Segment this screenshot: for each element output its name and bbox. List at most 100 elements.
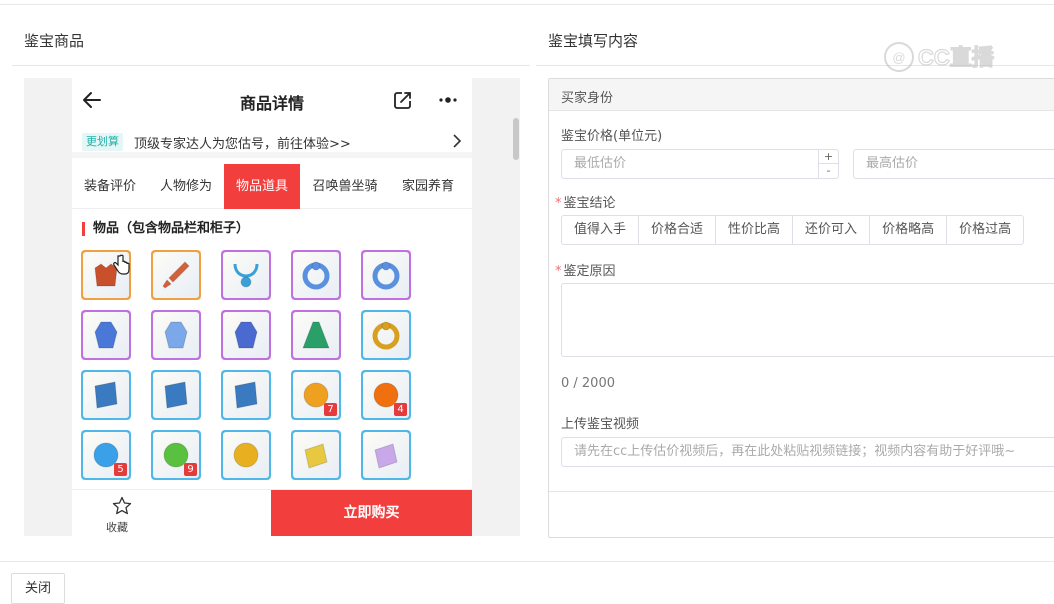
robe-icon bbox=[164, 321, 188, 349]
items-section-title: 物品（包含物品栏和柜子） bbox=[82, 222, 249, 236]
item-slot-inner bbox=[223, 312, 269, 358]
min-price-input[interactable]: 最低估价 + - bbox=[561, 149, 839, 179]
item-slot[interactable] bbox=[151, 310, 201, 360]
cloak-icon bbox=[302, 321, 330, 349]
footer-divider bbox=[0, 561, 1054, 562]
item-slot-inner: 7 bbox=[293, 372, 339, 418]
item-slot[interactable] bbox=[291, 250, 341, 300]
close-button[interactable]: 关闭 bbox=[11, 573, 65, 604]
max-price-placeholder: 最高估价 bbox=[866, 156, 919, 171]
robe-icon bbox=[234, 321, 258, 349]
item-slot[interactable] bbox=[291, 310, 341, 360]
item-slot[interactable] bbox=[151, 370, 201, 420]
ring-icon bbox=[372, 261, 400, 290]
item-slot[interactable] bbox=[221, 370, 271, 420]
item-slot-inner bbox=[293, 252, 339, 298]
decrement-icon[interactable]: - bbox=[819, 164, 838, 178]
sword-icon bbox=[162, 261, 190, 289]
buy-now-button[interactable]: 立即购买 bbox=[271, 490, 472, 536]
conclusion-option[interactable]: 值得入手 bbox=[562, 216, 640, 244]
phone-header: 商品详情 bbox=[72, 78, 472, 122]
top-divider bbox=[0, 4, 1054, 5]
ring-icon bbox=[372, 321, 400, 350]
conclusion-option[interactable]: 性价比高 bbox=[716, 216, 794, 244]
required-star: * bbox=[555, 264, 562, 279]
tab-items[interactable]: 物品道具 bbox=[224, 164, 300, 209]
min-price-placeholder: 最低估价 bbox=[574, 156, 627, 171]
video-link-input[interactable]: 请先在cc上传估价视频后，再在此处粘贴视频链接；视频内容有助于好评哦~ bbox=[561, 437, 1054, 467]
conclusion-option[interactable]: 价格合适 bbox=[639, 216, 717, 244]
reason-label-text: 鉴定原因 bbox=[563, 264, 616, 279]
video-label: 上传鉴宝视频 bbox=[561, 417, 640, 432]
tab-home[interactable]: 家园养育 bbox=[388, 164, 468, 209]
left-panel-title: 鉴宝商品 bbox=[24, 32, 85, 50]
star-icon[interactable] bbox=[112, 496, 132, 516]
item-slot-inner bbox=[363, 312, 409, 358]
item-slot[interactable] bbox=[221, 310, 271, 360]
min-price-stepper[interactable]: + - bbox=[818, 150, 838, 178]
item-slot[interactable]: 4 bbox=[361, 370, 411, 420]
item-slot-inner: 5 bbox=[83, 432, 129, 478]
conclusion-option[interactable]: 还价可入 bbox=[793, 216, 871, 244]
reason-textarea[interactable] bbox=[561, 283, 1054, 357]
conclusion-option[interactable]: 价格略高 bbox=[870, 216, 948, 244]
price-label: 鉴宝价格(单位元) bbox=[561, 129, 663, 144]
buyer-identity-header: 买家身份 bbox=[549, 79, 1054, 111]
tab-summons[interactable]: 召唤兽坐骑 bbox=[302, 164, 388, 209]
item-slot[interactable] bbox=[81, 310, 131, 360]
product-preview: 商品详情 更划算 顶级专家达人为您估号，前往体验>> 装备评价 人物修为 物品道… bbox=[24, 78, 520, 536]
back-arrow-icon[interactable] bbox=[80, 88, 104, 112]
item-slot[interactable]: 9 bbox=[151, 430, 201, 480]
conclusion-label-text: 鉴宝结论 bbox=[563, 196, 616, 211]
category-tabs: 装备评价 人物修为 物品道具 召唤兽坐骑 家园养育 bbox=[72, 164, 472, 209]
promo-banner[interactable]: 更划算 顶级专家达人为您估号，前往体验>> bbox=[72, 124, 472, 158]
phone-bottom-bar: 收藏 立即购买 bbox=[72, 489, 472, 536]
book-icon bbox=[234, 381, 258, 409]
item-slot-inner bbox=[223, 252, 269, 298]
robe-icon bbox=[94, 321, 118, 349]
item-slot-inner bbox=[153, 372, 199, 418]
increment-icon[interactable]: + bbox=[819, 150, 838, 164]
item-slot-inner bbox=[363, 432, 409, 478]
item-slot[interactable] bbox=[151, 250, 201, 300]
left-title-divider bbox=[12, 65, 530, 66]
reason-label: * 鉴定原因 bbox=[555, 260, 616, 279]
cc-live-watermark: @ CC直播 bbox=[884, 42, 995, 72]
item-slot-inner: 4 bbox=[363, 372, 409, 418]
item-slot[interactable]: 7 bbox=[291, 370, 341, 420]
item-slot-inner bbox=[153, 252, 199, 298]
item-slot-inner bbox=[223, 432, 269, 478]
necklace-icon bbox=[233, 263, 259, 288]
book-icon bbox=[164, 381, 188, 409]
bag-icon bbox=[374, 443, 398, 469]
share-icon[interactable] bbox=[392, 89, 414, 111]
item-slot[interactable] bbox=[221, 250, 271, 300]
book-icon bbox=[94, 381, 118, 409]
item-slot[interactable]: 5 bbox=[81, 430, 131, 480]
preview-scrollbar[interactable] bbox=[513, 118, 519, 160]
item-count-badge: 9 bbox=[184, 463, 197, 476]
item-slot-inner bbox=[363, 252, 409, 298]
tab-equipment[interactable]: 装备评价 bbox=[72, 164, 148, 209]
buyer-identity-label: 买家身份 bbox=[561, 91, 614, 106]
item-slot-inner bbox=[83, 312, 129, 358]
right-panel-title: 鉴宝填写内容 bbox=[548, 32, 639, 50]
phone-frame: 商品详情 更划算 顶级专家达人为您估号，前往体验>> 装备评价 人物修为 物品道… bbox=[72, 78, 472, 536]
item-slot[interactable] bbox=[361, 430, 411, 480]
tab-character[interactable]: 人物修为 bbox=[148, 164, 224, 209]
reason-char-counter: 0 / 2000 bbox=[561, 376, 615, 391]
orb-icon bbox=[233, 442, 259, 468]
favorite-label: 收藏 bbox=[106, 521, 128, 534]
more-icon[interactable] bbox=[436, 90, 460, 110]
form-divider bbox=[549, 491, 1054, 492]
item-slot[interactable] bbox=[221, 430, 271, 480]
conclusion-label: * 鉴宝结论 bbox=[555, 192, 616, 211]
item-slot[interactable] bbox=[361, 250, 411, 300]
item-slot-inner bbox=[223, 372, 269, 418]
max-price-input[interactable]: 最高估价 bbox=[853, 149, 1054, 179]
item-slot[interactable] bbox=[81, 370, 131, 420]
item-slot[interactable] bbox=[361, 310, 411, 360]
conclusion-option[interactable]: 价格过高 bbox=[947, 216, 1023, 244]
item-slot[interactable] bbox=[291, 430, 341, 480]
item-slot-inner: 9 bbox=[153, 432, 199, 478]
